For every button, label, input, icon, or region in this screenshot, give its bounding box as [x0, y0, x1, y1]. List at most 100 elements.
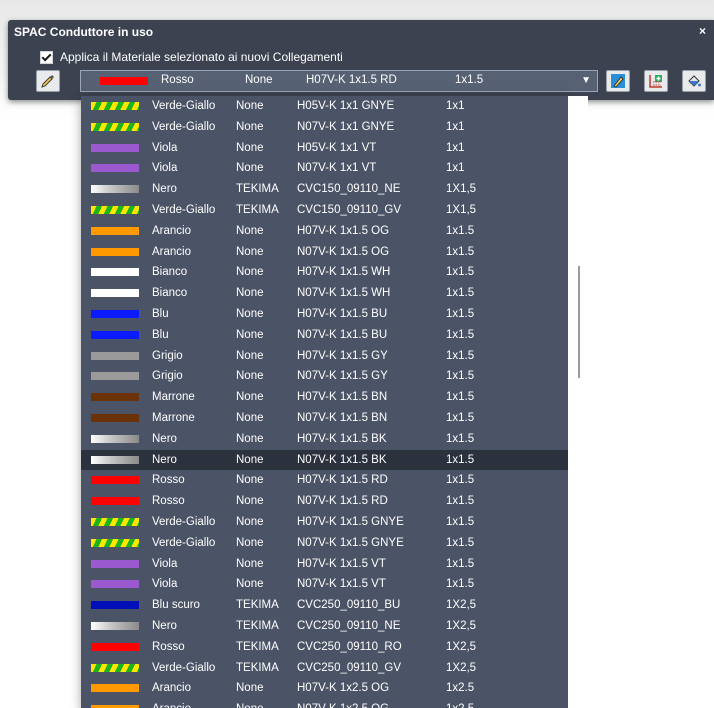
conductor-option[interactable]: Arancio None H07V-K 1x1.5 OG 1x1.5: [81, 221, 568, 242]
conductor-code: H07V-K 1x1.5 WH: [297, 266, 391, 279]
conductor-option[interactable]: Marrone None N07V-K 1x1.5 BN 1x1.5: [81, 408, 568, 429]
selected-color-swatch: [100, 77, 148, 85]
list-scrollbar[interactable]: [568, 96, 588, 708]
conductor-option[interactable]: Verde-Giallo TEKIMA CVC150_09110_GV 1X1,5: [81, 200, 568, 221]
conductor-size: 1x1: [446, 141, 465, 154]
close-icon[interactable]: ×: [699, 24, 706, 38]
conductor-code: N07V-K 1x1.5 OG: [297, 245, 390, 258]
color-name: Blu scuro: [152, 599, 200, 612]
color-name: Nero: [152, 183, 177, 196]
conductor-size: 1x1.5: [446, 224, 475, 237]
conductor-size: 1x1.5: [446, 474, 475, 487]
conductor-option[interactable]: Blu scuro TEKIMA CVC250_09110_BU 1X2,5: [81, 595, 568, 616]
conductor-code: H07V-K 1x1.5 GNYE: [297, 515, 404, 528]
color-swatch: [91, 559, 139, 568]
color-swatch: [91, 517, 139, 526]
color-swatch: [91, 663, 139, 672]
color-name: Arancio: [152, 703, 191, 708]
manufacturer: TEKIMA: [236, 640, 279, 653]
conductor-option[interactable]: Arancio None N07V-K 1x1.5 OG 1x1.5: [81, 242, 568, 263]
manufacturer: TEKIMA: [236, 661, 279, 674]
manufacturer: TEKIMA: [236, 599, 279, 612]
color-swatch: [91, 122, 139, 131]
conductor-size: 1x2.5: [446, 703, 474, 708]
conductor-option[interactable]: Rosso None N07V-K 1x1.5 RD 1x1.5: [81, 491, 568, 512]
conductor-option[interactable]: Nero None H07V-K 1x1.5 BK 1x1.5: [81, 429, 568, 450]
conductor-code: N07V-K 1x2.5 OG: [297, 703, 389, 708]
conductor-option[interactable]: Marrone None H07V-K 1x1.5 BN 1x1.5: [81, 387, 568, 408]
conductor-option[interactable]: Viola None H07V-K 1x1.5 VT 1x1.5: [81, 554, 568, 575]
conductor-option[interactable]: Bianco None N07V-K 1x1.5 WH 1x1.5: [81, 283, 568, 304]
conductor-option[interactable]: Verde-Giallo None H07V-K 1x1.5 GNYE 1x1.5: [81, 512, 568, 533]
manufacturer: None: [236, 411, 264, 424]
conductor-option[interactable]: Verde-Giallo None H05V-K 1x1 GNYE 1x1: [81, 96, 568, 117]
add-grid-button[interactable]: [644, 70, 668, 92]
manufacturer: None: [236, 557, 264, 570]
manufacturer: None: [236, 495, 264, 508]
manufacturer: None: [236, 536, 264, 549]
color-name: Rosso: [152, 495, 185, 508]
color-swatch: [91, 205, 139, 214]
color-name: Bianco: [152, 287, 188, 300]
color-swatch: [91, 247, 139, 256]
apply-material-checkbox[interactable]: [40, 51, 53, 64]
scrollbar-thumb[interactable]: [578, 266, 580, 378]
conductor-size: 1x1.5: [446, 411, 475, 424]
conductor-code: CVC250_09110_NE: [297, 619, 401, 632]
manufacturer: None: [236, 162, 264, 175]
conductor-size: 1x1: [446, 162, 465, 175]
color-name: Viola: [152, 578, 178, 591]
conductor-option[interactable]: Verde-Giallo TEKIMA CVC250_09110_GV 1X2,5: [81, 658, 568, 679]
conductor-size: 1x1.5: [446, 349, 475, 362]
conductor-size: 1x1.5: [446, 495, 475, 508]
conductor-size: 1X2,5: [446, 661, 477, 674]
conductor-option[interactable]: Viola None N07V-K 1x1.5 VT 1x1.5: [81, 574, 568, 595]
manufacturer: None: [236, 474, 264, 487]
color-swatch: [91, 309, 139, 318]
color-name: Verde-Giallo: [152, 536, 216, 549]
conductor-option[interactable]: Verde-Giallo None N07V-K 1x1.5 GNYE 1x1.5: [81, 533, 568, 554]
conductor-option[interactable]: Nero TEKIMA CVC150_09110_NE 1X1,5: [81, 179, 568, 200]
color-swatch: [91, 476, 139, 485]
conductor-option[interactable]: Bianco None H07V-K 1x1.5 WH 1x1.5: [81, 262, 568, 283]
conductor-code: H07V-K 1x1.5 VT: [297, 557, 386, 570]
color-name: Viola: [152, 141, 178, 154]
conductor-option[interactable]: Blu None H07V-K 1x1.5 BU 1x1.5: [81, 304, 568, 325]
conductor-option[interactable]: Arancio None H07V-K 1x2.5 OG 1x2.5: [81, 678, 568, 699]
dropdown-arrow-icon[interactable]: ▼: [581, 75, 591, 86]
apply-material-label: Applica il Materiale selezionato ai nuov…: [60, 50, 343, 64]
conductor-select[interactable]: Rosso None H07V-K 1x1.5 RD 1x1.5 ▼: [80, 70, 598, 92]
conductor-code: N07V-K 1x1 VT: [297, 162, 377, 175]
conductor-size: 1x1.5: [446, 287, 475, 300]
eyedropper-button[interactable]: [36, 70, 60, 92]
conductor-size: 1x1.5: [446, 432, 475, 445]
conductor-size: 1x1.5: [446, 578, 475, 591]
conductor-option[interactable]: Blu None N07V-K 1x1.5 BU 1x1.5: [81, 325, 568, 346]
conductor-option[interactable]: Rosso None H07V-K 1x1.5 RD 1x1.5: [81, 470, 568, 491]
color-swatch: [91, 497, 139, 506]
conductor-option[interactable]: Grigio None H07V-K 1x1.5 GY 1x1.5: [81, 346, 568, 367]
paint-bucket-button[interactable]: [682, 70, 706, 92]
conductor-option[interactable]: Rosso TEKIMA CVC250_09110_RO 1X2,5: [81, 637, 568, 658]
conductor-option[interactable]: Grigio None N07V-K 1x1.5 GY 1x1.5: [81, 366, 568, 387]
conductor-code: N07V-K 1x1.5 VT: [297, 578, 386, 591]
manufacturer: None: [236, 224, 264, 237]
paint-brush-button[interactable]: [606, 70, 630, 92]
color-name: Viola: [152, 162, 178, 175]
conductor-code: N07V-K 1x1.5 BN: [297, 411, 388, 424]
conductor-option[interactable]: Viola None H05V-K 1x1 VT 1x1: [81, 138, 568, 159]
conductor-option[interactable]: Arancio None N07V-K 1x2.5 OG 1x2.5: [81, 699, 568, 708]
conductor-size: 1x1: [446, 100, 465, 112]
selected-size: 1x1.5: [455, 74, 484, 86]
conductor-code: N07V-K 1x1.5 GY: [297, 370, 388, 383]
conductor-dropdown-list[interactable]: Verde-Giallo None H05V-K 1x1 GNYE 1x1 Verde-…: [81, 96, 568, 708]
color-swatch: [91, 413, 139, 422]
manufacturer: None: [236, 266, 264, 279]
conductor-code: N07V-K 1x1.5 BK: [297, 453, 387, 466]
conductor-size: 1X2,5: [446, 599, 477, 612]
conductor-option[interactable]: Viola None N07V-K 1x1 VT 1x1: [81, 158, 568, 179]
conductor-code: CVC150_09110_NE: [297, 183, 401, 196]
conductor-option[interactable]: Verde-Giallo None N07V-K 1x1 GNYE 1x1: [81, 117, 568, 138]
conductor-option[interactable]: Nero TEKIMA CVC250_09110_NE 1X2,5: [81, 616, 568, 637]
conductor-option[interactable]: Nero None N07V-K 1x1.5 BK 1x1.5: [81, 449, 568, 471]
